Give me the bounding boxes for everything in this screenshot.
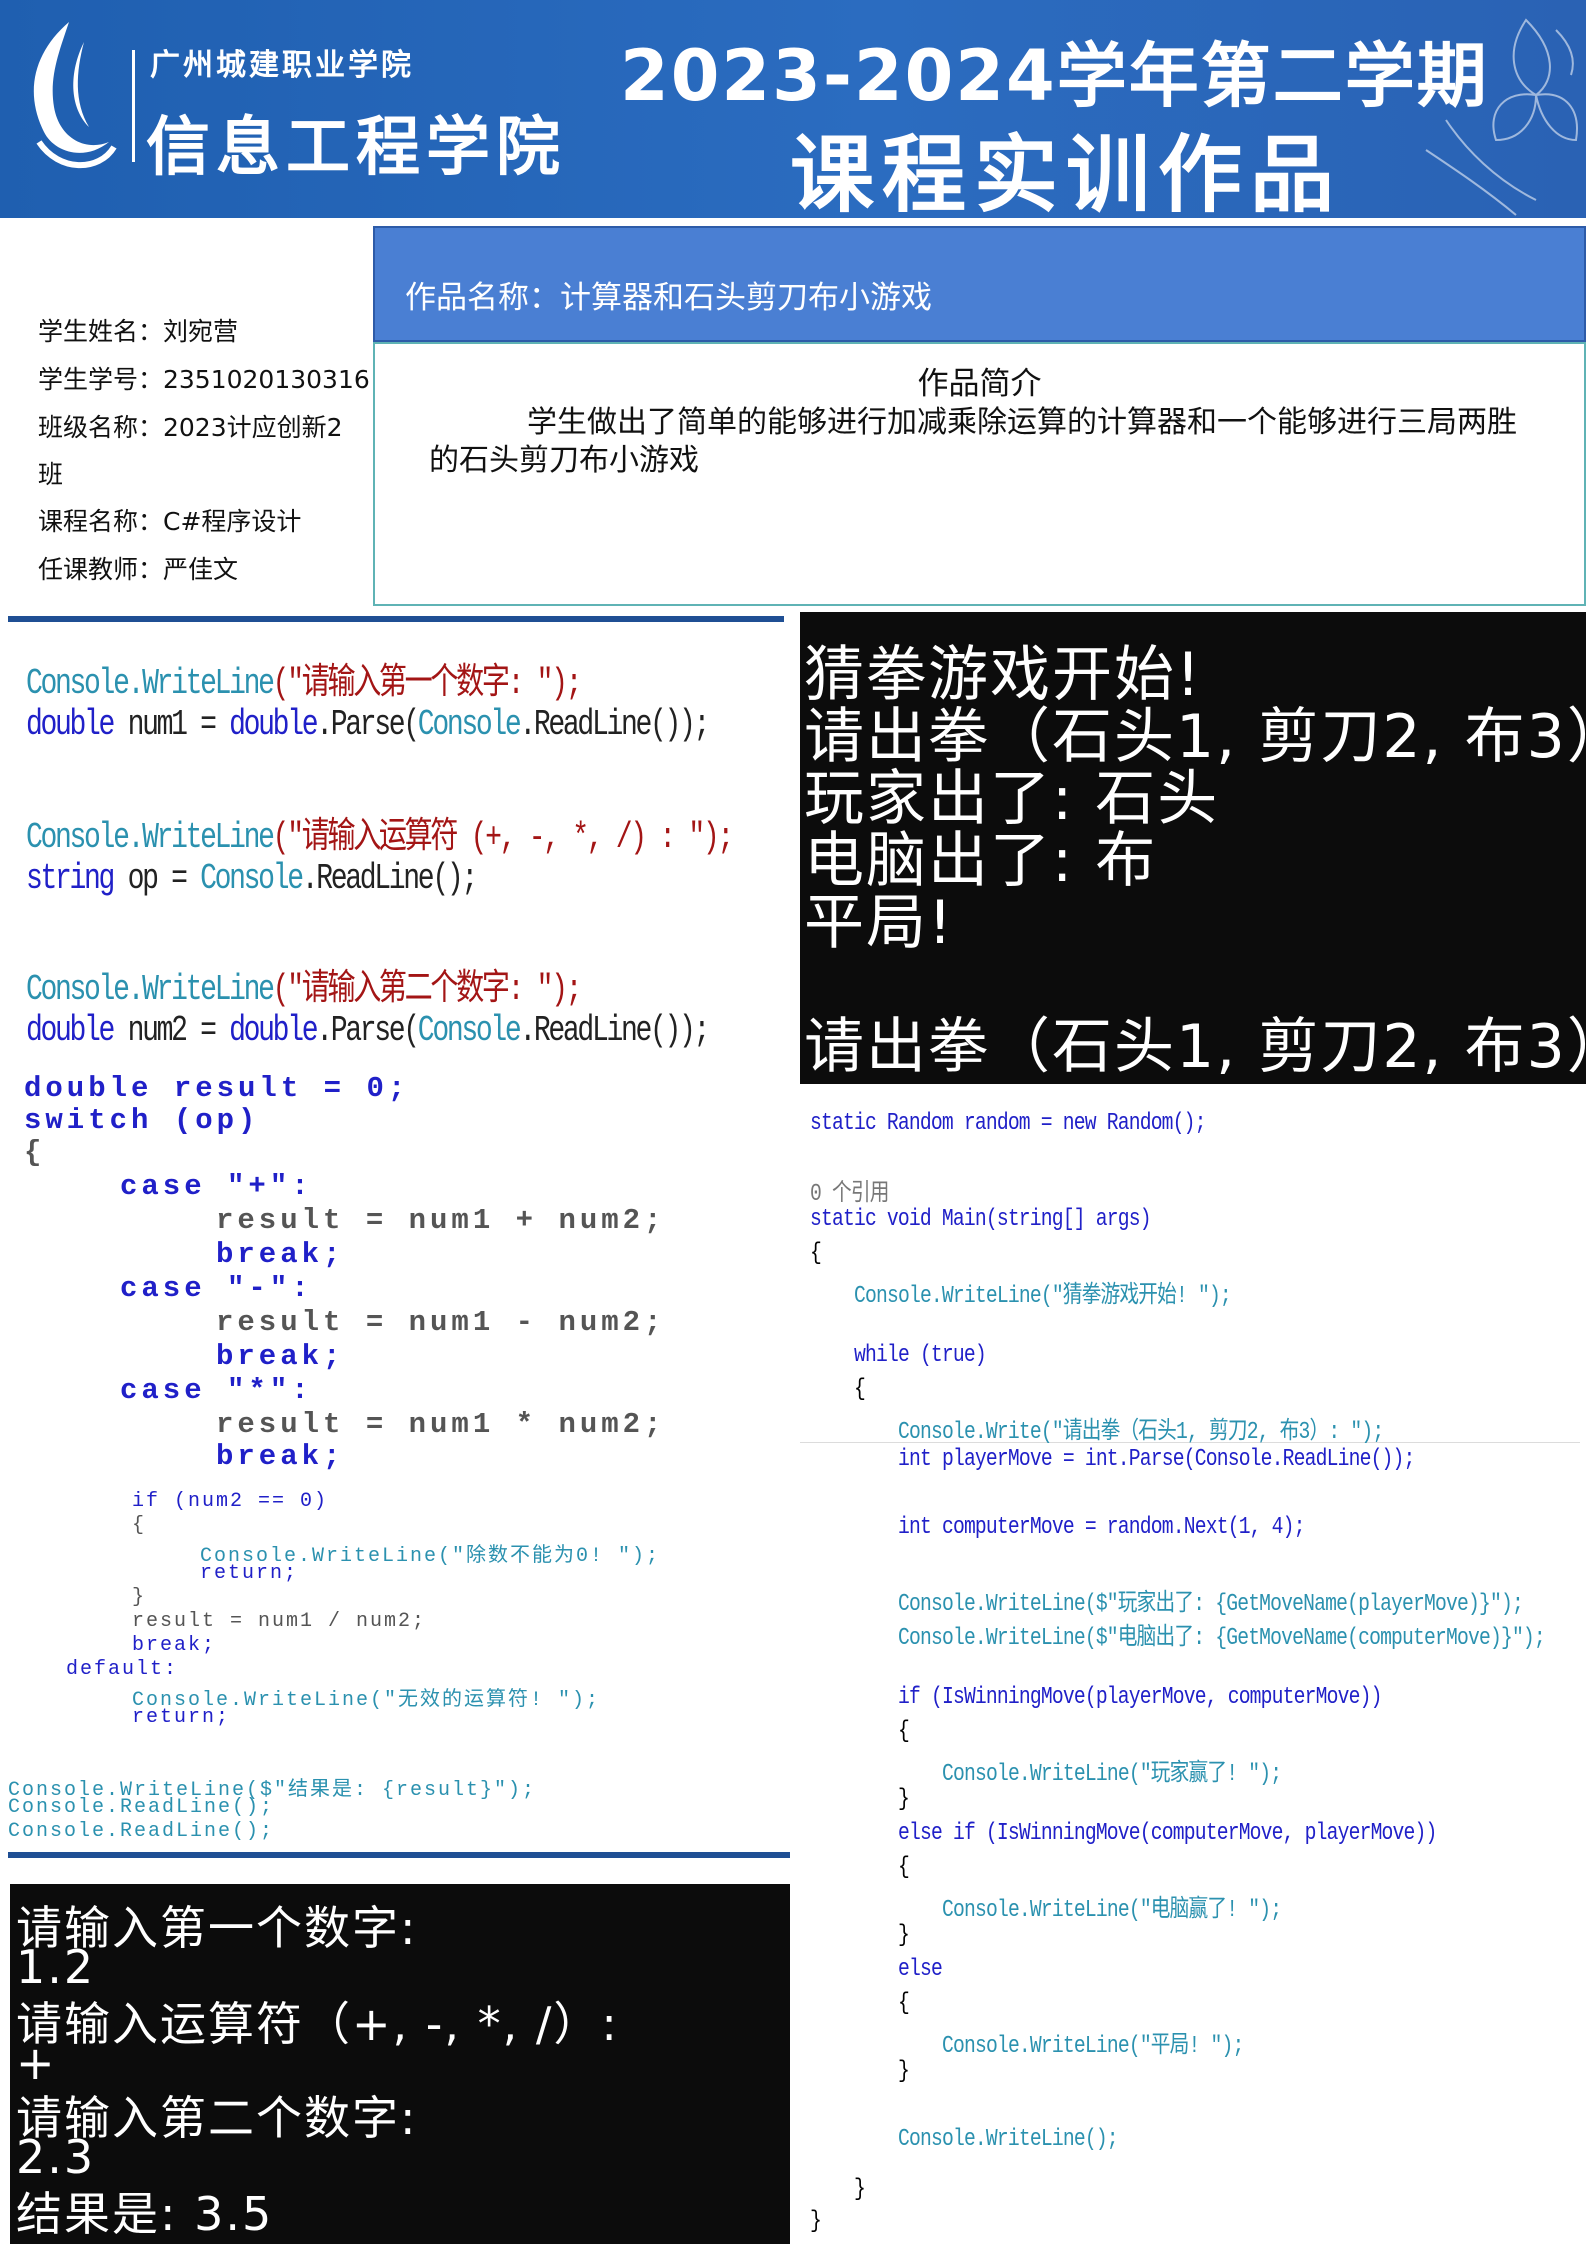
code-line: Console.Write("请出拳（石头1, 剪刀2, 布3）: ");: [898, 1419, 1384, 1446]
code-line: double num2 = double.Parse(Console.ReadL…: [26, 1010, 710, 1051]
code-line: if (IsWinningMove(playerMove, computerMo…: [898, 1684, 1382, 1711]
code-screenshot-divide: if (num2 == 0) { Console.WriteLine("除数不能…: [8, 1478, 790, 1858]
code-line: }: [854, 2176, 866, 2203]
code-screenshot-game: static Random random = new Random(); 0 个…: [800, 1092, 1586, 2244]
console-line: 2.3: [16, 2130, 96, 2184]
code-line: Console.WriteLine("猜拳游戏开始! ");: [854, 1283, 1232, 1310]
code-line: if (num2 == 0): [132, 1490, 329, 1513]
code-line: static Random random = new Random();: [810, 1110, 1206, 1137]
code-line: Console.WriteLine($"玩家出了: {GetMoveName(p…: [898, 1591, 1524, 1618]
code-line: {: [132, 1514, 147, 1537]
code-line: return;: [200, 1562, 299, 1585]
banner-title: 课程实训作品: [790, 126, 1343, 218]
work-name-bar: 作品名称：计算器和石头剪刀布小游戏: [373, 226, 1586, 342]
semester-title: 2023-2024学年第二学期: [620, 35, 1489, 117]
code-line: int computerMove = random.Next(1, 4);: [898, 1514, 1305, 1541]
code-line: Console.WriteLine("电脑赢了! ");: [942, 1897, 1282, 1924]
code-line: else if (IsWinningMove(computerMove, pla…: [898, 1820, 1437, 1847]
code-line: Console.WriteLine("请输入第一个数字: ");: [26, 663, 583, 704]
work-name: 作品名称：计算器和石头剪刀布小游戏: [405, 280, 932, 316]
code-line: break;: [216, 1340, 345, 1373]
code-screenshot-switch: double result = 0; switch (op) { case "+…: [14, 1064, 790, 1482]
intro-box: 作品简介 学生做出了简单的能够进行加减乘除运算的计算器和一个能够进行三局两胜的石…: [373, 342, 1586, 606]
code-line: {: [898, 1990, 910, 2017]
console-screenshot-calculator: 请输入第一个数字: 1.2 请输入运算符（+, -, *, /）: + 请输入第…: [10, 1884, 790, 2244]
code-line: {: [898, 1718, 910, 1745]
code-line: {: [810, 1240, 822, 1267]
console-line: 结果是: 3.5: [16, 2187, 274, 2241]
code-line: default:: [66, 1658, 179, 1681]
code-line: }: [132, 1586, 147, 1609]
intro-body: 学生做出了简单的能够进行加减乘除运算的计算器和一个能够进行三局两胜的石头剪刀布小…: [429, 405, 1517, 478]
code-line: break;: [216, 1238, 345, 1271]
teacher-name: 任课教师：严佳文: [38, 555, 239, 584]
console-screenshot-game: 猜拳游戏开始! 请出拳（石头1, 剪刀2, 布3）: 1 玩家出了: 石头 电脑…: [800, 612, 1586, 1084]
code-line: Console.ReadLine();: [8, 1796, 275, 1819]
code-line: {: [24, 1136, 46, 1169]
code-line: int playerMove = int.Parse(Console.ReadL…: [898, 1446, 1415, 1473]
code-line: }: [898, 1786, 910, 1813]
class-name: 班级名称：2023计应创新2班: [38, 413, 343, 489]
student-name: 学生姓名：刘宛营: [38, 317, 239, 346]
code-line: double result = 0;: [24, 1072, 410, 1105]
console-line: 1.2: [16, 1940, 96, 1994]
code-line: return;: [132, 1706, 231, 1729]
console-line: 请出拳（石头1, 剪刀2, 布3）:: [804, 1012, 1586, 1082]
reference-count: 0 个引用: [810, 1181, 889, 1208]
code-line: else: [898, 1956, 943, 1983]
code-line: switch (op): [24, 1104, 260, 1137]
code-line: Console.WriteLine();: [898, 2126, 1119, 2153]
header-banner: 广州城建职业学院 信息工程学院 2023-2024学年第二学期 课程实训作品: [0, 0, 1586, 218]
code-screenshot-input: Console.WriteLine("请输入第一个数字: "); double …: [8, 616, 784, 1070]
code-line: Console.WriteLine("请输入运算符 (+, -, *, /) :…: [26, 817, 734, 858]
code-line: Console.WriteLine("玩家赢了! ");: [942, 1761, 1282, 1788]
code-line: case "*":: [120, 1374, 313, 1407]
code-line: {: [854, 1376, 866, 1403]
code-line: {: [898, 1854, 910, 1881]
code-line: case "-":: [120, 1272, 313, 1305]
code-line: Console.WriteLine("平局! ");: [942, 2033, 1244, 2060]
logo-divider: [132, 50, 135, 162]
console-line: 请输入运算符（+, -, *, /）:: [16, 1997, 619, 2051]
code-line: }: [898, 1922, 910, 1949]
student-info: 学生姓名：刘宛营 学生学号：2351020130316 班级名称：2023计应创…: [38, 308, 370, 594]
code-line: result = num1 - num2;: [216, 1306, 666, 1339]
code-line: string op = Console.ReadLine();: [26, 858, 478, 899]
code-line: Console.ReadLine();: [8, 1820, 275, 1843]
code-line: break;: [132, 1634, 217, 1657]
code-line: result = num1 / num2;: [132, 1610, 427, 1633]
school-name-big: 信息工程学院: [146, 111, 566, 185]
code-line: Console.WriteLine("请输入第二个数字: ");: [26, 969, 583, 1010]
school-logo-icon: [33, 22, 117, 169]
code-line: while (true): [854, 1342, 987, 1369]
code-line: double num1 = double.Parse(Console.ReadL…: [26, 704, 710, 745]
student-id: 学生学号：2351020130316: [38, 365, 370, 394]
code-line: Console.WriteLine($"电脑出了: {GetMoveName(c…: [898, 1625, 1546, 1652]
code-line: break;: [216, 1440, 345, 1473]
code-line: }: [898, 2058, 910, 2085]
code-line: static void Main(string[] args): [810, 1206, 1152, 1233]
code-line: case "+":: [120, 1170, 313, 1203]
code-line: result = num1 * num2;: [216, 1408, 666, 1441]
school-name-small: 广州城建职业学院: [150, 48, 414, 83]
code-line: }: [810, 2208, 822, 2235]
course-name: 课程名称：C#程序设计: [38, 507, 302, 536]
lotus-decoration-icon: [1425, 18, 1578, 216]
console-line: 平局!: [804, 888, 955, 958]
code-line: result = num1 + num2;: [216, 1204, 666, 1237]
intro-title: 作品简介: [917, 366, 1042, 402]
